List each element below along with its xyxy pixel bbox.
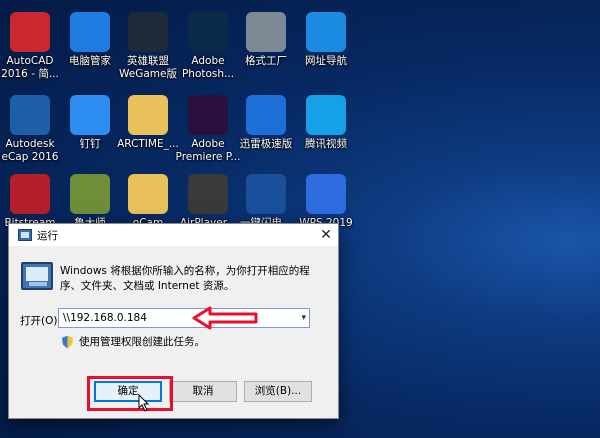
open-input-value: \\192.168.0.184 [63,312,147,324]
desktop-icon[interactable]: 腾讯视频 [288,95,364,151]
lightning-icon [246,174,286,214]
browse-button[interactable]: 浏览(B)... [244,381,312,402]
desktop-icon-label-line2: eCap 2016 [1,151,59,163]
run-dialog: 运行 ✕ Windows 将根据你所输入的名称，为你打开相应的程序、文件夹、文档… [8,223,339,419]
xunlei-icon [246,95,286,135]
pc-manager-icon [70,12,110,52]
desktop-icon-label-line2: Premiere P... [175,151,241,163]
mouse-cursor-icon [138,394,150,412]
desktop-icon[interactable]: 网址导航 [288,12,364,68]
format-factory-icon [246,12,286,52]
wps-icon [306,174,346,214]
dialog-description: Windows 将根据你所输入的名称，为你打开相应的程序、文件夹、文档或 Int… [60,265,310,292]
airplayer-icon [188,174,228,214]
close-button[interactable]: ✕ [314,224,338,246]
desktop-icon-label-line2: Photosh... [181,68,235,80]
photoshop-icon [188,12,228,52]
chevron-down-icon[interactable]: ▾ [301,309,306,327]
ie-browser-icon [306,12,346,52]
dialog-title: 运行 [37,230,58,242]
run-program-icon [21,262,53,290]
admin-text: 使用管理权限创建此任务。 [79,336,205,348]
tencent-video-icon [306,95,346,135]
uac-shield-icon [62,335,73,349]
open-input[interactable]: \\192.168.0.184 ▾ [58,308,310,328]
premiere-icon [188,95,228,135]
autocad-icon [10,12,50,52]
admin-note: 使用管理权限创建此任务。 [62,334,205,349]
desktop-icon[interactable]: WPS 2019 [288,174,364,230]
desktop-icon-label: 腾讯视频 [305,138,347,150]
red-arrow-annotation [192,306,258,330]
league-of-legends-icon [128,12,168,52]
title-bar[interactable]: 运行 ✕ [9,224,338,246]
recap-icon [10,95,50,135]
desktop-icon-label: 网址导航 [305,55,347,67]
folder-icon [128,95,168,135]
desktop-icon-label-line2: 2016 - 简... [1,68,59,80]
cancel-button[interactable]: 取消 [169,381,237,402]
dingtalk-icon [70,95,110,135]
ludashi-icon [70,174,110,214]
folder-icon [128,174,168,214]
run-app-icon [18,229,32,241]
ok-highlight-box [87,376,173,411]
open-label: 打开(O): [20,315,61,327]
bitstream-icon [10,174,50,214]
